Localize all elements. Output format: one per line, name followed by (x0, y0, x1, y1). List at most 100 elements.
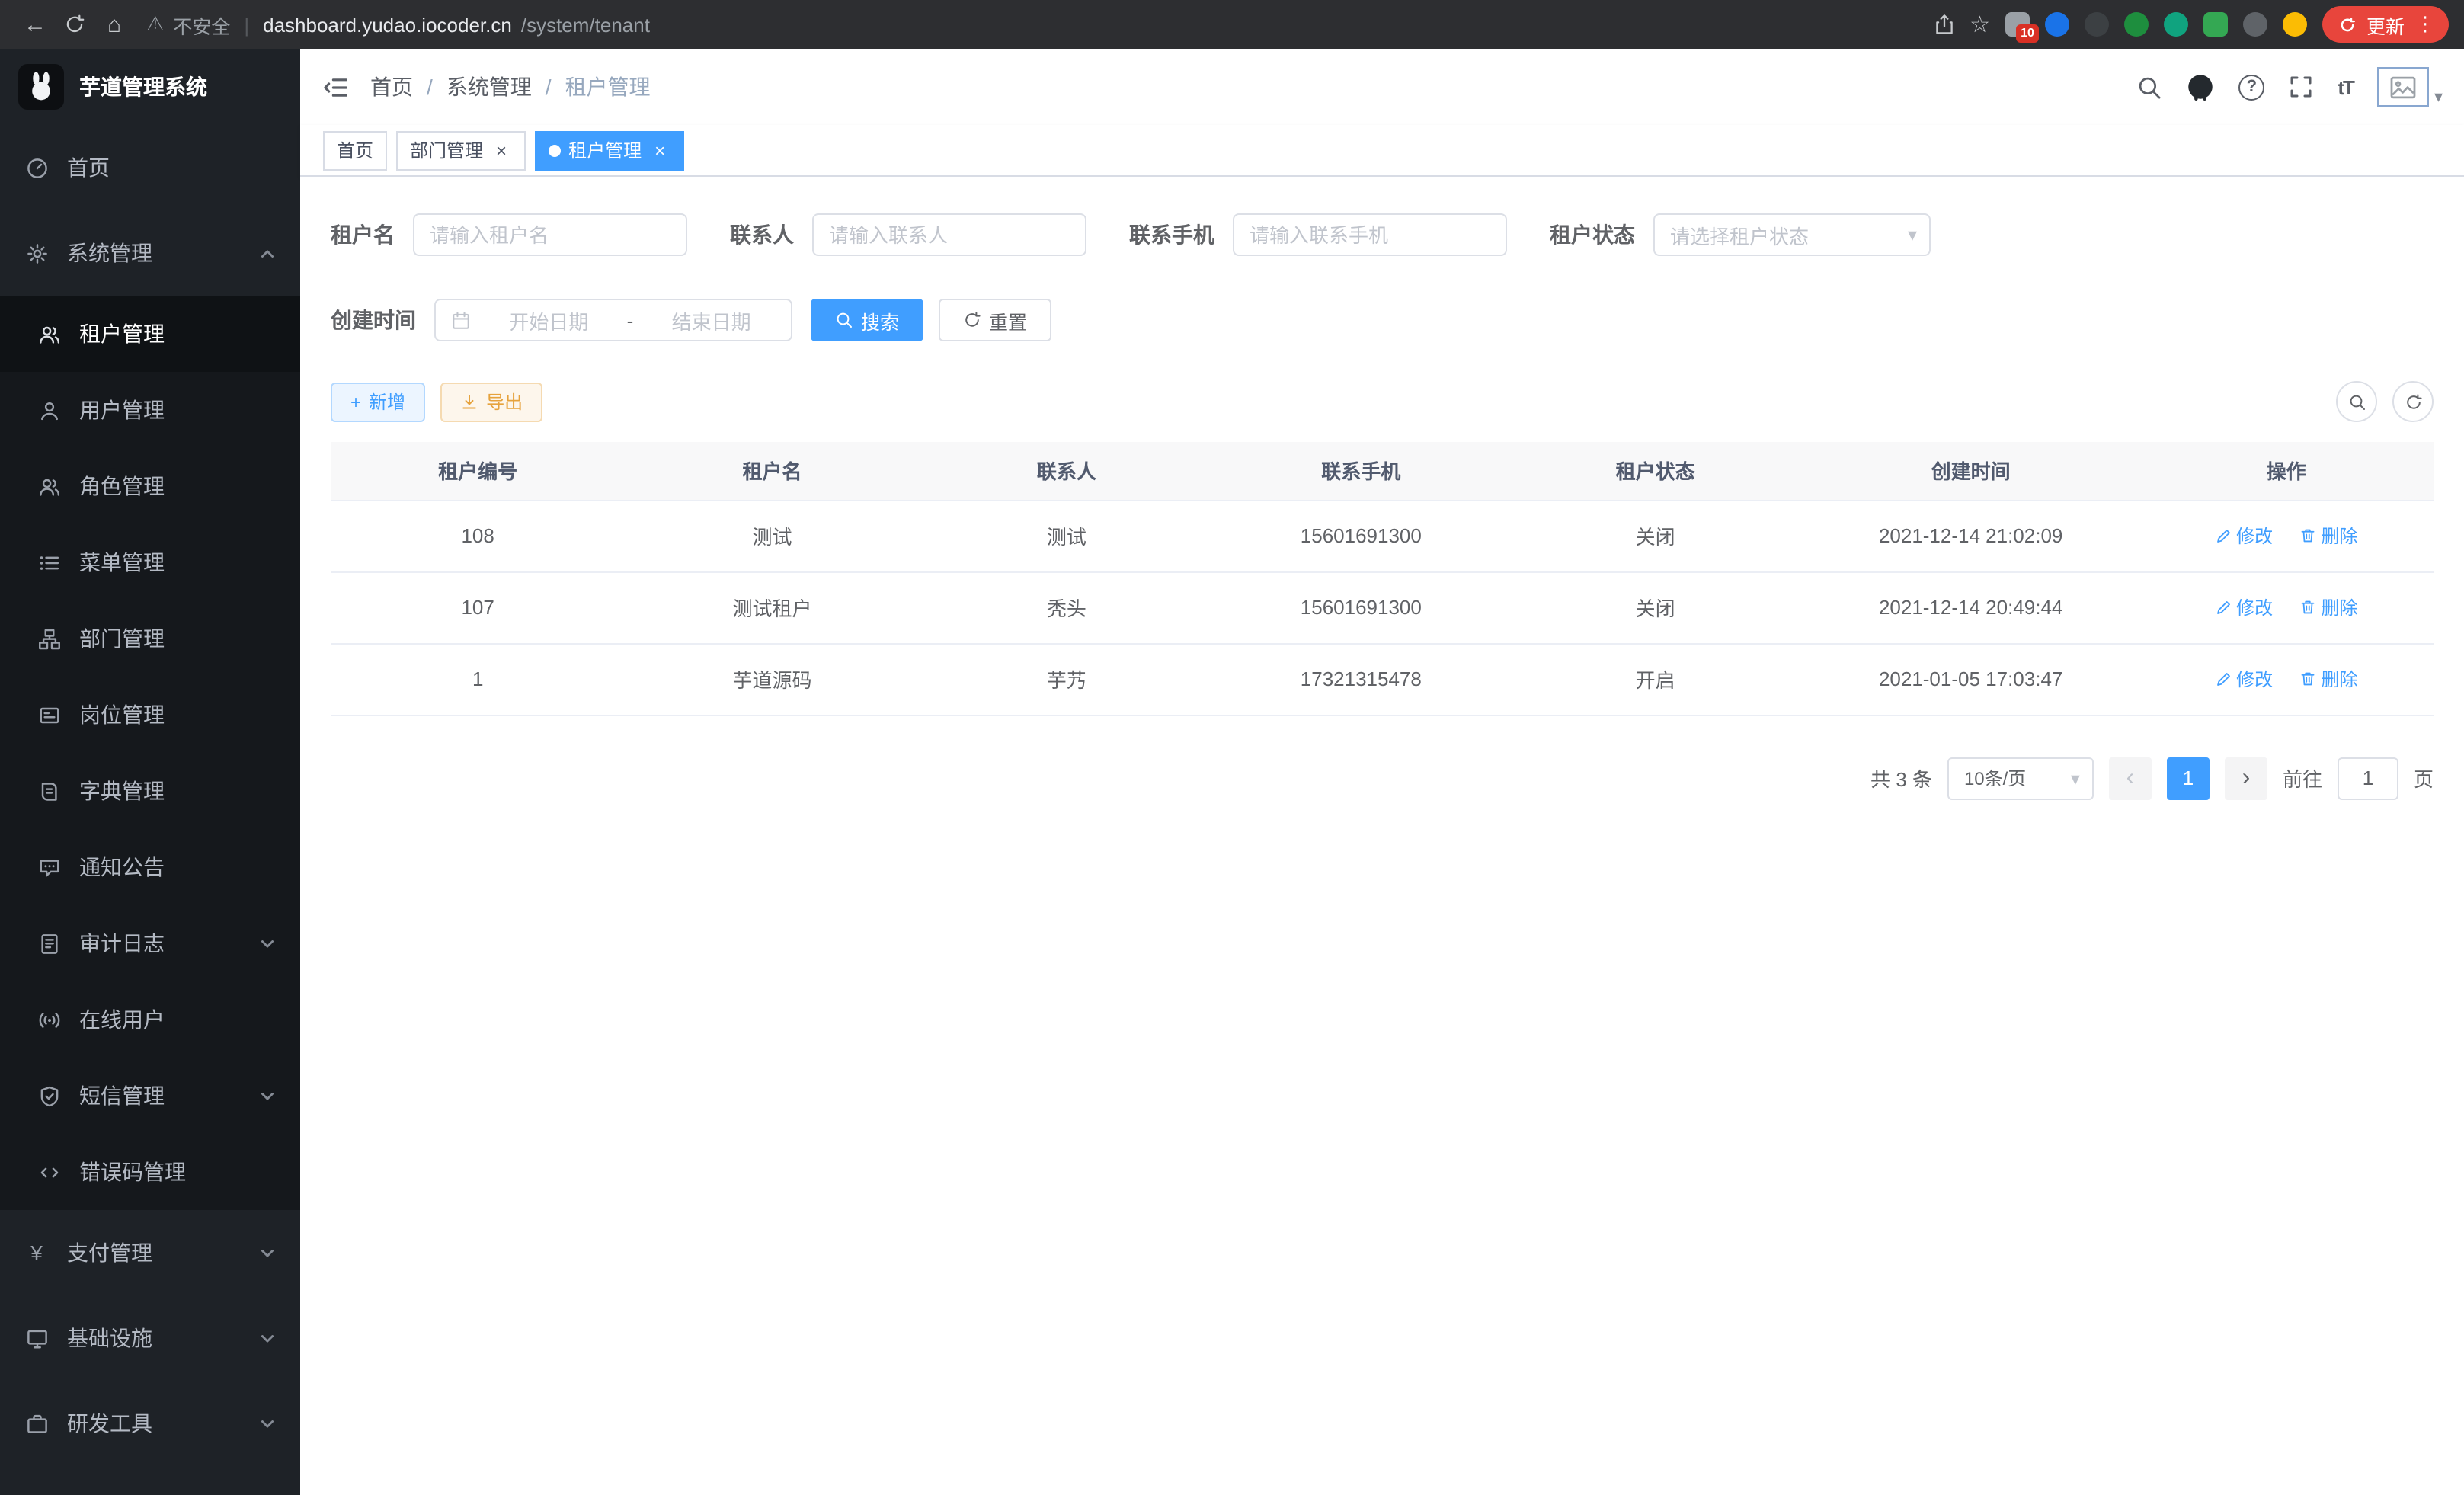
phone-input[interactable] (1233, 213, 1507, 256)
sidebar-item-role[interactable]: 角色管理 (0, 448, 300, 524)
breadcrumb-separator: / (546, 75, 552, 99)
extension-icon-2[interactable] (2045, 12, 2069, 37)
export-button[interactable]: 导出 (440, 382, 542, 421)
delete-link[interactable]: 删除 (2299, 523, 2357, 549)
search-icon[interactable] (2136, 74, 2162, 100)
extension-icon-1[interactable]: 10 (2005, 12, 2030, 37)
viewport: ← ⌂ ⚠ 不安全 | dashboard.yudao.iocoder.cn/s… (0, 0, 2464, 1495)
status-select[interactable]: 请选择租户状态 ▾ (1653, 213, 1931, 256)
cell-phone: 15601691300 (1214, 571, 1508, 643)
next-page-button[interactable]: › (2225, 757, 2267, 799)
user-avatar[interactable]: ▾ (2378, 67, 2443, 107)
tab-home[interactable]: 首页 (323, 130, 387, 170)
collapse-menu-icon[interactable] (300, 49, 370, 125)
search-button[interactable]: 搜索 (811, 299, 923, 341)
share-icon[interactable] (1933, 14, 1954, 35)
tenant-name-input[interactable] (413, 213, 687, 256)
delete-label: 删除 (2321, 594, 2357, 620)
sidebar-item-home[interactable]: 首页 (0, 125, 300, 210)
sidebar-item-dict[interactable]: 字典管理 (0, 753, 300, 829)
sidebar-item-audit[interactable]: 审计日志 (0, 905, 300, 981)
breadcrumb-home[interactable]: 首页 (370, 72, 413, 102)
close-icon[interactable]: × (491, 139, 512, 161)
code-icon (37, 1160, 61, 1184)
pencil-icon (2215, 527, 2232, 544)
cell-created: 2021-12-14 20:49:44 (1803, 571, 2139, 643)
reset-button[interactable]: 重置 (939, 299, 1051, 341)
sidebar-item-label: 研发工具 (67, 1408, 152, 1439)
github-icon[interactable] (2187, 73, 2214, 101)
sidebar-item-label: 在线用户 (79, 1004, 165, 1035)
sidebar-item-label: 短信管理 (79, 1080, 165, 1111)
main-area: 首页 / 系统管理 / 租户管理 ? tT ▾ (300, 49, 2464, 1495)
col-phone: 联系手机 (1214, 442, 1508, 500)
tab-tenant[interactable]: 租户管理 × (535, 130, 684, 170)
cell-tenant-id: 108 (331, 500, 625, 571)
browser-reload-icon[interactable] (55, 5, 94, 44)
delete-link[interactable]: 删除 (2299, 666, 2357, 692)
date-range-picker[interactable]: 开始日期 - 结束日期 (434, 299, 792, 341)
sidebar-item-errcode[interactable]: 错误码管理 (0, 1134, 300, 1210)
sidebar-item-menu[interactable]: 菜单管理 (0, 524, 300, 600)
puzzle-extensions-icon[interactable] (2243, 12, 2267, 37)
browser-menu-icon[interactable]: ⋮ (2415, 12, 2435, 37)
sidebar-item-post[interactable]: 岗位管理 (0, 677, 300, 753)
status-select-placeholder: 请选择租户状态 (1670, 220, 1809, 249)
cell-contact: 芋艿 (920, 643, 1214, 715)
extension-icon-5[interactable] (2164, 12, 2188, 37)
sidebar-item-notice[interactable]: 通知公告 (0, 829, 300, 905)
security-label[interactable]: 不安全 (173, 10, 230, 39)
tenant-name-label: 租户名 (331, 219, 395, 250)
refresh-table-button[interactable] (2392, 381, 2434, 422)
extension-icon-8[interactable] (2283, 12, 2307, 37)
extension-icon-3[interactable] (2085, 12, 2109, 37)
close-icon[interactable]: × (649, 139, 670, 161)
org-tree-icon (37, 626, 61, 651)
sidebar-item-dept[interactable]: 部门管理 (0, 600, 300, 677)
cell-tenant-id: 107 (331, 571, 625, 643)
edit-link[interactable]: 修改 (2215, 594, 2273, 620)
chrome-update-button[interactable]: 更新 ⋮ (2322, 6, 2449, 43)
edit-link[interactable]: 修改 (2215, 523, 2273, 549)
sidebar-item-pay[interactable]: ¥ 支付管理 (0, 1210, 300, 1295)
tab-dept[interactable]: 部门管理 × (396, 130, 526, 170)
browser-back-icon[interactable]: ← (15, 5, 55, 44)
breadcrumb-system[interactable]: 系统管理 (446, 72, 532, 102)
list-icon (37, 550, 61, 575)
cell-contact: 秃头 (920, 571, 1214, 643)
delete-link[interactable]: 删除 (2299, 594, 2357, 620)
plus-icon: + (350, 391, 361, 412)
extension-icon-6[interactable] (2203, 12, 2228, 37)
chevron-down-icon (259, 1244, 276, 1261)
sidebar-item-tools[interactable]: 研发工具 (0, 1381, 300, 1466)
contact-input[interactable] (812, 213, 1086, 256)
tags-view: 首页 部门管理 × 租户管理 × (300, 125, 2464, 177)
edit-link[interactable]: 修改 (2215, 666, 2273, 692)
filter-buttons: 搜索 重置 (811, 299, 1051, 341)
chevron-down-icon: ▾ (2071, 767, 2080, 789)
browser-home-icon[interactable]: ⌂ (94, 5, 134, 44)
sidebar-item-user[interactable]: 用户管理 (0, 372, 300, 448)
sidebar-logo[interactable]: 芋道管理系统 (0, 49, 300, 125)
document-edit-icon (37, 931, 61, 956)
fullscreen-icon[interactable] (2289, 75, 2313, 99)
page-number-1[interactable]: 1 (2167, 757, 2210, 799)
help-icon[interactable]: ? (2238, 74, 2264, 100)
add-button[interactable]: + 新增 (331, 382, 425, 421)
cell-actions: 修改 删除 (2139, 571, 2434, 643)
font-size-icon[interactable]: tT (2338, 75, 2354, 98)
sidebar-item-tenant[interactable]: 租户管理 (0, 296, 300, 372)
goto-page-input[interactable] (2338, 757, 2398, 799)
toggle-search-button[interactable] (2336, 381, 2377, 422)
page-size-select[interactable]: 10条/页 ▾ (1947, 757, 2094, 799)
sidebar-item-sms[interactable]: 短信管理 (0, 1058, 300, 1134)
extension-icon-4[interactable] (2124, 12, 2149, 37)
sidebar-menu: 首页 系统管理 租户管理 用户管理 (0, 125, 300, 1495)
app: 芋道管理系统 首页 系统管理 租户管理 (0, 49, 2464, 1495)
sidebar-item-online[interactable]: 在线用户 (0, 981, 300, 1058)
prev-page-button[interactable]: ‹ (2109, 757, 2152, 799)
address-bar[interactable]: ⚠ 不安全 | dashboard.yudao.iocoder.cn/syste… (146, 10, 1933, 39)
sidebar-item-system[interactable]: 系统管理 (0, 210, 300, 296)
bookmark-star-icon[interactable]: ☆ (1970, 11, 1990, 38)
sidebar-item-infra[interactable]: 基础设施 (0, 1295, 300, 1381)
